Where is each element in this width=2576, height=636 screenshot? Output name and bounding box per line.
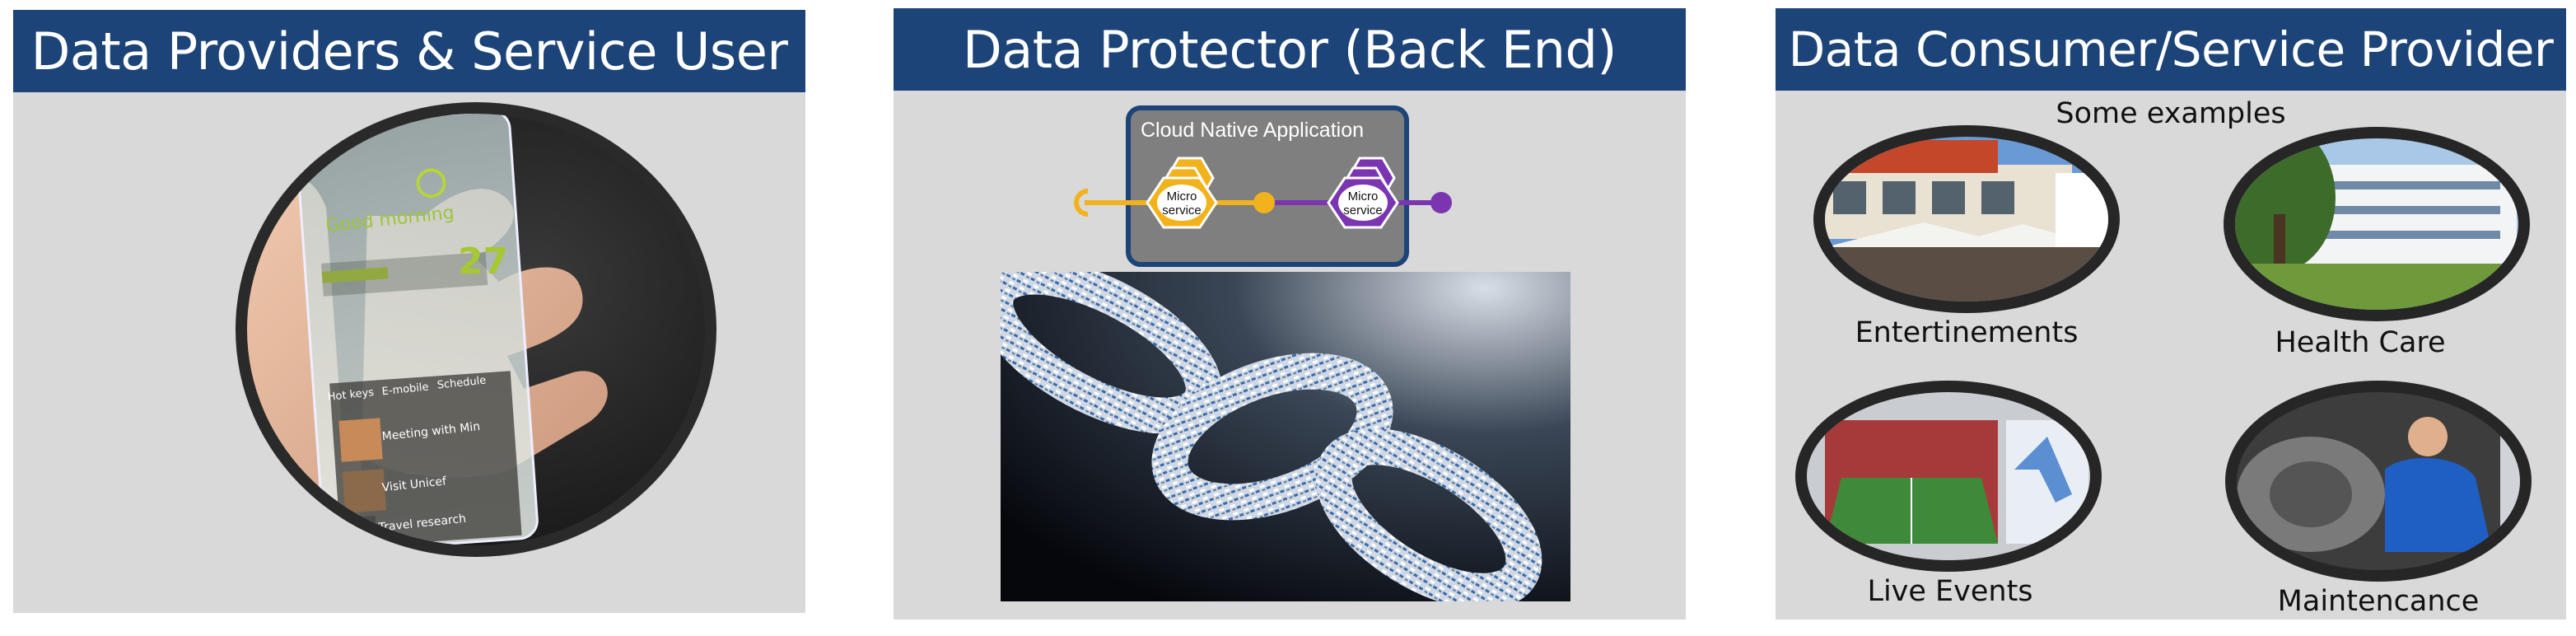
mechanic-image (2225, 381, 2532, 582)
smartphone-hand-image: Good morning 27 Hot keys E-mobile Schedu… (236, 102, 716, 557)
microservice-yellow-label: Micro service (1162, 189, 1202, 217)
example-label-maintenance: Maintencance (2277, 585, 2480, 618)
panel-data-consumer: Data Consumer/Service Provider Some exam… (1776, 8, 2566, 620)
phone-temperature: 27 (458, 241, 508, 283)
panel-data-providers: Data Providers & Service User Good morni… (13, 10, 805, 613)
example-label-entertainment: Entertinements (1855, 316, 2079, 349)
microservice-purple-label: Micro service (1343, 189, 1383, 217)
connector-node-right (1430, 192, 1452, 213)
panel-data-protector: Data Protector (Back End) Cloud Native A… (894, 8, 1686, 620)
example-label-health-care: Health Care (2275, 326, 2446, 359)
restaurant-image (1813, 125, 2120, 313)
example-label-live-events: Live Events (1867, 575, 2033, 608)
stadium-image (1795, 381, 2102, 572)
connector-node-middle (1253, 192, 1275, 213)
examples-images (1795, 125, 2532, 582)
hospital-image (2224, 127, 2530, 321)
microservices-diagram (1074, 157, 1452, 229)
